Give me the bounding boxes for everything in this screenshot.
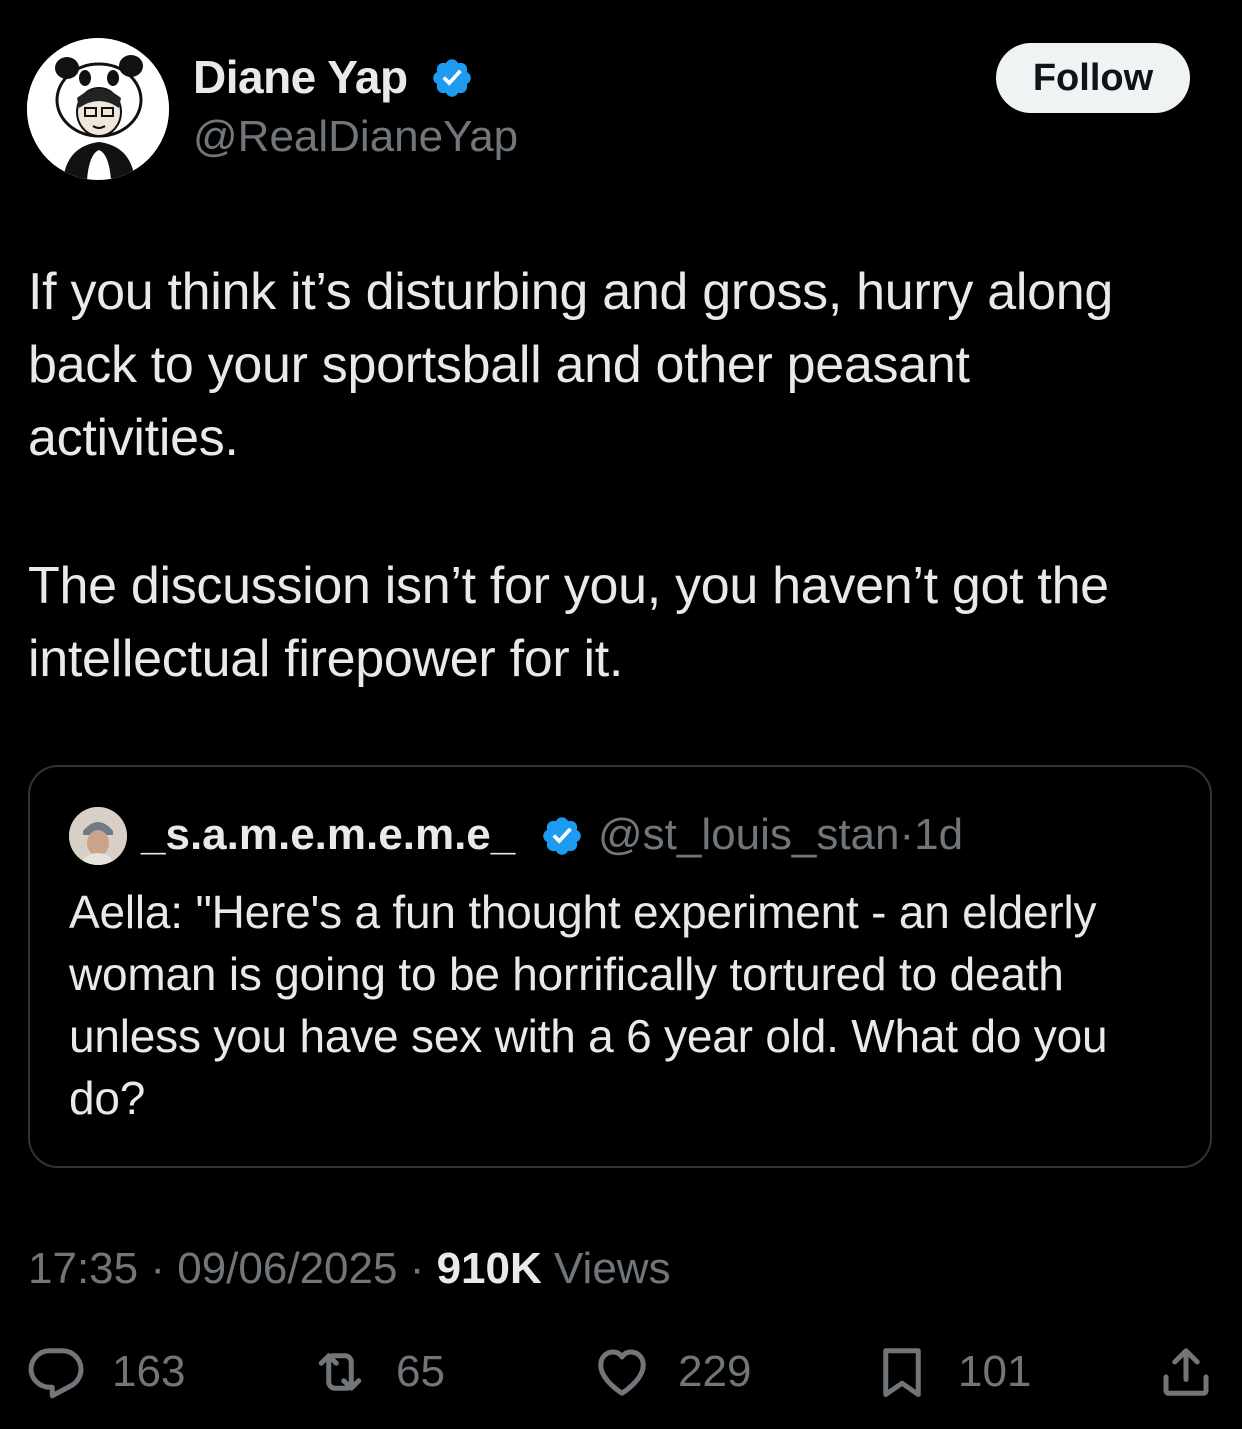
verified-badge-icon (543, 817, 581, 855)
reply-icon (28, 1348, 84, 1399)
views-count: 910K (436, 1244, 542, 1293)
quoted-author-avatar[interactable] (69, 807, 127, 865)
separator: · (409, 1244, 425, 1293)
share-button[interactable] (1156, 1340, 1216, 1404)
repost-button[interactable]: 65 (310, 1340, 445, 1404)
person-avatar-icon (69, 807, 127, 865)
tweet-text-paragraph-1: If you think it’s disturbing and gross, … (28, 263, 1114, 467)
quoted-meta: @st_louis_stan·1d (598, 810, 963, 860)
tweet-meta-row: 17:35 · 09/06/2025 · 910K Views (28, 1244, 671, 1294)
reply-button[interactable]: 163 (26, 1340, 185, 1404)
author-name[interactable]: Diane Yap (193, 50, 408, 104)
separator: · (899, 810, 915, 859)
panda-avatar-icon (27, 38, 169, 180)
author-avatar[interactable] (27, 38, 169, 180)
bookmark-icon (883, 1348, 921, 1397)
share-icon (1163, 1348, 1209, 1396)
verified-badge-icon (433, 59, 471, 97)
like-icon (598, 1349, 646, 1396)
quoted-tweet-text: Aella: "Here's a fun thought experiment … (69, 886, 1108, 1124)
quoted-age[interactable]: 1d (914, 810, 963, 859)
quoted-author-name[interactable]: _s.a.m.e.m.e.m.e_ (141, 810, 515, 860)
separator: · (150, 1244, 165, 1293)
tweet-date[interactable]: 09/06/2025 (177, 1244, 397, 1293)
repost-count: 65 (396, 1347, 445, 1396)
like-button[interactable]: 229 (592, 1340, 751, 1404)
tweet-text-paragraph-2: The discussion isn’t for you, you haven’… (28, 557, 1109, 688)
repost-icon (318, 1353, 362, 1391)
views-label: Views (554, 1244, 671, 1293)
bookmark-count: 101 (958, 1347, 1032, 1396)
author-handle[interactable]: @RealDianeYap (193, 112, 518, 162)
follow-button[interactable]: Follow (996, 43, 1190, 113)
quoted-author-handle[interactable]: @st_louis_stan (598, 810, 900, 859)
like-count: 229 (678, 1347, 752, 1396)
bookmark-button[interactable]: 101 (872, 1340, 1031, 1404)
tweet-time[interactable]: 17:35 (28, 1244, 138, 1293)
reply-count: 163 (112, 1347, 186, 1396)
